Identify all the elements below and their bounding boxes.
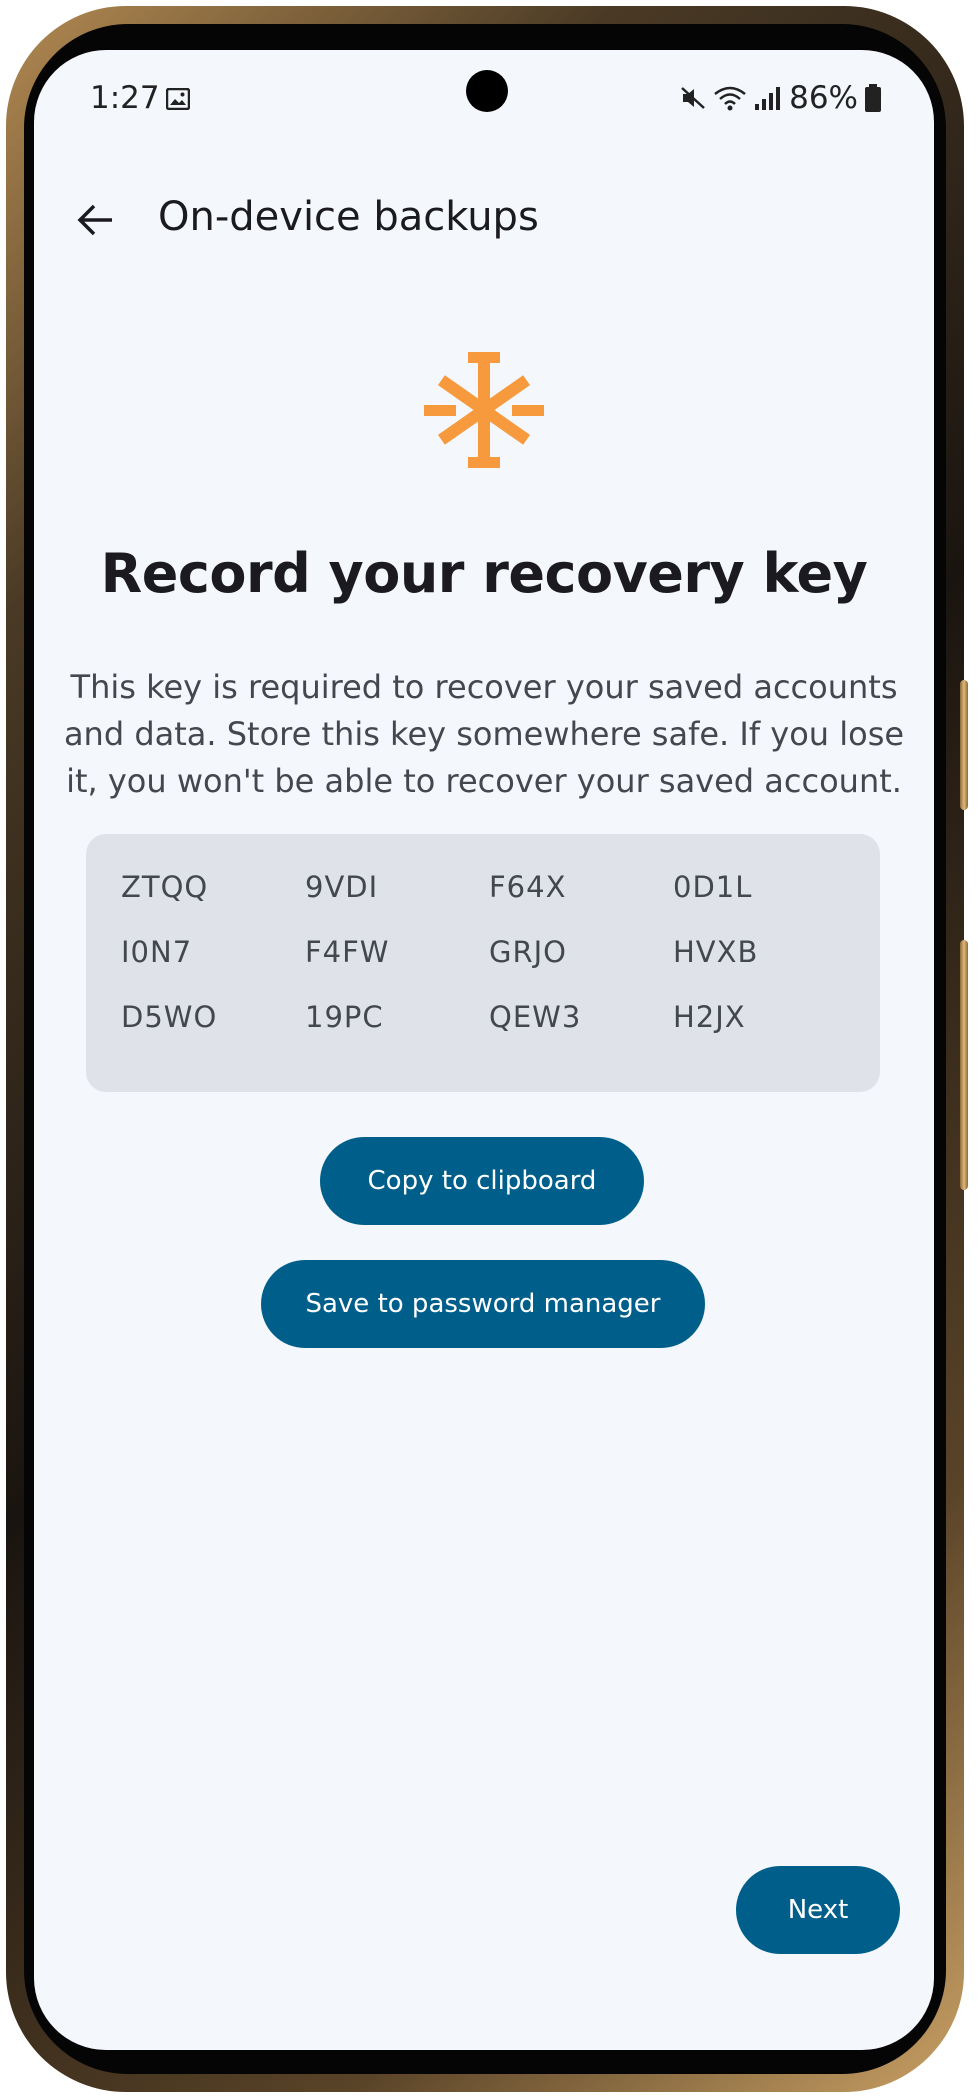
key-segment: GRJO bbox=[489, 935, 568, 969]
app-bar: On-device backups bbox=[34, 170, 934, 270]
key-segment: ZTQQ bbox=[121, 870, 209, 904]
page-title: On-device backups bbox=[158, 194, 539, 240]
gallery-icon bbox=[166, 88, 190, 110]
status-time: 1:27 bbox=[90, 80, 160, 116]
key-segment: D5WO bbox=[121, 1000, 218, 1034]
volume-button bbox=[960, 680, 968, 810]
battery-icon bbox=[865, 84, 881, 112]
arrow-left-icon bbox=[77, 204, 112, 236]
asterisk-key-icon bbox=[424, 352, 544, 468]
copy-to-clipboard-button[interactable]: Copy to clipboard bbox=[320, 1137, 644, 1225]
key-segment: H2JX bbox=[673, 1000, 746, 1034]
wifi-icon bbox=[714, 86, 746, 111]
power-button bbox=[960, 940, 968, 1190]
key-segment: I0N7 bbox=[121, 935, 193, 969]
front-camera bbox=[466, 70, 508, 112]
recovery-key-grid: ZTQQ 9VDI F64X 0D1L I0N7 F4FW GRJO HVXB … bbox=[121, 870, 857, 1065]
signal-icon bbox=[755, 87, 781, 110]
status-bar: 1:27 86% bbox=[34, 50, 934, 150]
next-button[interactable]: Next bbox=[736, 1866, 900, 1954]
screen: 1:27 86% On-device backups Record your r… bbox=[34, 50, 934, 2050]
key-segment: HVXB bbox=[673, 935, 759, 969]
key-segment: F64X bbox=[489, 870, 567, 904]
key-segment: 0D1L bbox=[673, 870, 753, 904]
back-button[interactable] bbox=[64, 188, 128, 252]
headline: Record your recovery key bbox=[100, 542, 868, 605]
save-to-password-manager-button[interactable]: Save to password manager bbox=[261, 1260, 705, 1348]
recovery-key-box: ZTQQ 9VDI F64X 0D1L I0N7 F4FW GRJO HVXB … bbox=[86, 834, 880, 1092]
key-segment: 19PC bbox=[305, 1000, 384, 1034]
mute-icon bbox=[681, 87, 705, 109]
description: This key is required to recover your sav… bbox=[63, 668, 905, 800]
key-segment: F4FW bbox=[305, 935, 390, 969]
key-segment: 9VDI bbox=[305, 870, 379, 904]
battery-percent: 86% bbox=[789, 80, 858, 116]
status-icons: 86% bbox=[679, 80, 882, 116]
key-segment: QEW3 bbox=[489, 1000, 582, 1034]
